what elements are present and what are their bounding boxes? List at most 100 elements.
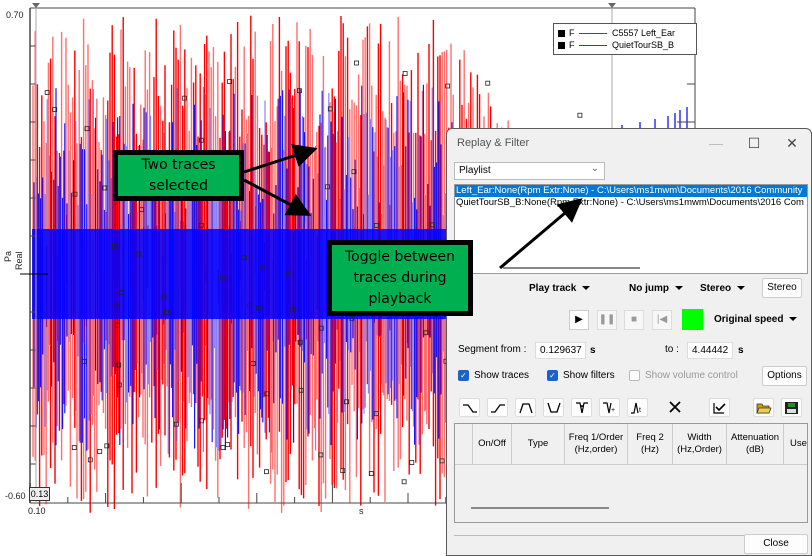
col-header-freq1[interactable]: Freq 1/Order (Hz,order) [565,424,628,464]
notch-filter-button[interactable] [571,398,592,417]
highpass-icon [491,404,505,413]
legend-item-left-ear[interactable]: F C5557 Left_Ear [558,27,692,39]
bandstop-icon [547,402,561,413]
minimize-button[interactable]: — [697,135,735,151]
filter-table-header: On/Off Type Freq 1/Order (Hz,order) Freq… [455,424,807,465]
bandstop-filter-button[interactable] [543,398,564,417]
stop-icon: ■ [630,314,638,325]
legend-flag: F [569,40,575,50]
segment-to-label: to : [665,344,679,355]
segment-from-label: Segment from : [458,344,527,355]
lowpass-icon [463,404,477,413]
order-notch-icon: + [603,402,615,414]
col-header-use[interactable]: Use [784,424,807,464]
checkbox-unchecked-icon [629,370,640,381]
legend-item-quiettour[interactable]: F QuietTourSB_B [558,39,692,51]
apply-filter-button[interactable] [709,398,730,417]
data-marker [577,112,583,118]
maximize-button[interactable]: ☐ [735,135,773,152]
options-button[interactable]: Options [762,366,807,386]
horizontal-scrollbar[interactable] [503,267,640,269]
jump-mode-dropdown[interactable]: No jump [629,283,683,294]
legend-marker-icon [558,41,565,49]
play-button[interactable]: ▶ [569,310,589,330]
skip-to-start-icon: |◀ [656,314,668,325]
jump-mode-label: No jump [629,283,669,294]
show-volume-checkbox[interactable]: Show volume control [629,370,738,381]
bandpass-filter-button[interactable] [515,398,536,417]
dialog-title: Replay & Filter [457,137,530,149]
col-header-attenuation[interactable]: Attenuation (dB) [727,424,784,464]
data-marker [354,60,359,66]
playlist-dropdown[interactable]: Playlist ⌄ [454,162,605,180]
order-peak-filter-button[interactable]: t [627,398,648,417]
x-unit-label: s [359,506,364,516]
stereo-button[interactable]: Stereo [762,278,802,298]
playlist-selected-value: Playlist [459,165,491,176]
cursor-value-box[interactable]: 0.13 [29,487,50,501]
track-list[interactable]: Left_Ear:None(Rpm Extr:None) - C:\Users\… [454,184,808,274]
play-mode-label: Play track [529,283,577,294]
right-cursor-handle-icon [608,3,616,8]
close-window-button[interactable]: ✕ [773,135,811,152]
caret-down-icon [737,286,746,291]
pause-button[interactable]: ❚❚ [597,310,617,330]
order-notch-filter-button[interactable]: + [599,398,620,417]
close-button[interactable]: Close [744,534,808,554]
play-mode-dropdown[interactable]: Play track [529,283,591,294]
bandpass-icon [519,403,533,414]
svg-text:+: + [611,407,615,414]
col-header-freq2[interactable]: Freq 2 (Hz) [628,424,673,464]
folder-open-icon [756,403,772,414]
track-item[interactable]: QuietTourSB_B:None(Rpm Extr:None) - C:\U… [455,197,807,209]
filter-table[interactable]: On/Off Type Freq 1/Order (Hz,order) Freq… [454,423,808,523]
segment-from-input[interactable]: 0.129637 [535,342,586,359]
x-min-label: 0.10 [28,506,46,516]
col-header-index [455,424,473,464]
data-marker [71,445,77,451]
show-traces-checkbox[interactable]: ✓ Show traces [458,370,529,381]
callout-toggle-traces: Toggle between traces during playback [327,240,473,316]
speed-label: Original speed [714,314,784,325]
data-marker [97,449,103,454]
callout-two-traces: Two traces selected [113,150,244,201]
data-marker [225,442,231,448]
segment-to-input[interactable]: 4.44442 [687,342,733,359]
rewind-button[interactable]: |◀ [652,310,672,330]
stop-button[interactable]: ■ [624,310,644,330]
save-disk-icon [785,402,798,414]
show-filters-checkbox[interactable]: ✓ Show filters [547,370,615,381]
play-icon: ▶ [575,314,583,325]
lowpass-filter-button[interactable] [459,398,480,417]
segment-from-unit: s [590,345,596,356]
data-marker [401,479,407,485]
y-unit-label: Pa [3,250,13,262]
speed-dropdown[interactable]: Original speed [714,314,798,325]
caret-down-icon [582,286,591,291]
notch-icon [576,402,588,414]
segment-to-unit: s [738,345,744,356]
data-marker [409,460,415,465]
col-header-onoff[interactable]: On/Off [473,424,512,464]
checkbox-checked-icon: ✓ [547,370,558,381]
caret-down-icon [789,317,798,322]
data-marker [485,80,491,86]
dialog-titlebar[interactable]: Replay & Filter — ☐ ✕ [447,129,811,157]
delete-x-icon [669,401,681,413]
open-filter-button[interactable] [753,398,774,417]
col-header-width[interactable]: Width (Hz,Order) [673,424,727,464]
delete-filter-button[interactable] [665,398,686,417]
save-filter-button[interactable] [781,398,802,417]
highpass-filter-button[interactable] [487,398,508,417]
data-marker [402,71,408,76]
data-marker [264,469,269,475]
col-header-type[interactable]: Type [512,424,565,464]
track-item[interactable]: Left_Ear:None(Rpm Extr:None) - C:\Users\… [455,185,807,197]
y-min-label: -0.60 [5,491,26,501]
channel-mode-dropdown[interactable]: Stereo [700,283,746,294]
horizontal-scrollbar[interactable] [471,507,609,509]
legend-marker-icon [558,29,565,37]
channel-mode-label: Stereo [700,283,732,294]
data-marker [220,445,226,450]
playback-indicator [682,309,703,330]
